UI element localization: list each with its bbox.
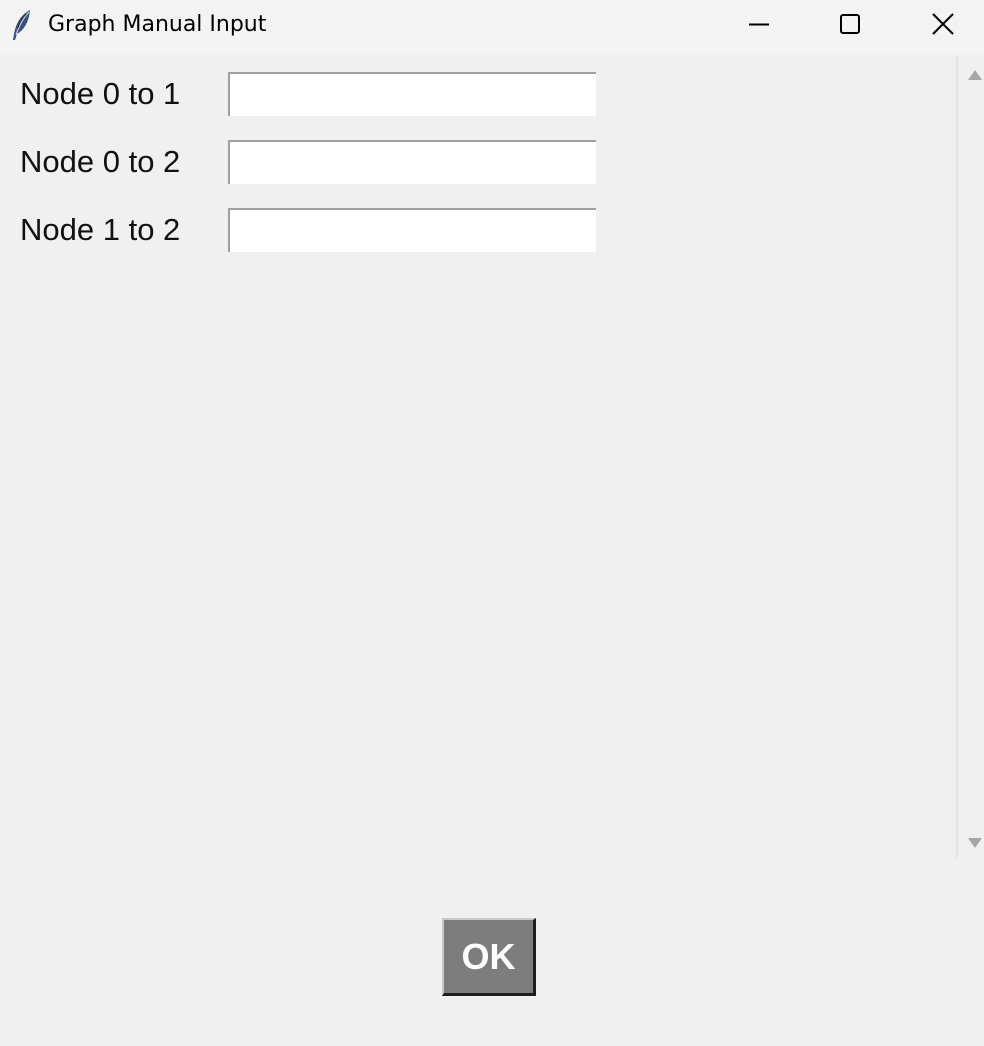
title-bar[interactable]: Graph Manual Input bbox=[0, 0, 984, 54]
minimize-button[interactable] bbox=[713, 0, 805, 50]
scroll-down-arrow-icon[interactable] bbox=[966, 836, 984, 850]
node-0-to-1-input[interactable] bbox=[228, 72, 596, 116]
scroll-up-arrow-icon[interactable] bbox=[966, 68, 984, 82]
field-label-node-0-to-1: Node 0 to 1 bbox=[20, 76, 181, 111]
field-label-node-1-to-2: Node 1 to 2 bbox=[20, 212, 181, 247]
node-0-to-2-input[interactable] bbox=[228, 140, 596, 184]
window-title: Graph Manual Input bbox=[48, 12, 267, 37]
node-1-to-2-input[interactable] bbox=[228, 208, 596, 252]
tk-feather-icon bbox=[10, 8, 34, 42]
field-row-node-0-to-2: Node 0 to 2 bbox=[0, 140, 640, 184]
close-button[interactable] bbox=[897, 0, 984, 50]
ok-button[interactable]: OK bbox=[442, 918, 536, 996]
graph-manual-input-window: Graph Manual Input Node 0 to 1 Node 0 to… bbox=[0, 0, 984, 1046]
field-row-node-0-to-1: Node 0 to 1 bbox=[0, 72, 640, 116]
maximize-button[interactable] bbox=[805, 0, 897, 50]
form-area: Node 0 to 1 Node 0 to 2 Node 1 to 2 OK bbox=[0, 54, 984, 1046]
field-label-node-0-to-2: Node 0 to 2 bbox=[20, 144, 181, 179]
vertical-scrollbar[interactable] bbox=[956, 56, 984, 858]
field-row-node-1-to-2: Node 1 to 2 bbox=[0, 208, 640, 252]
